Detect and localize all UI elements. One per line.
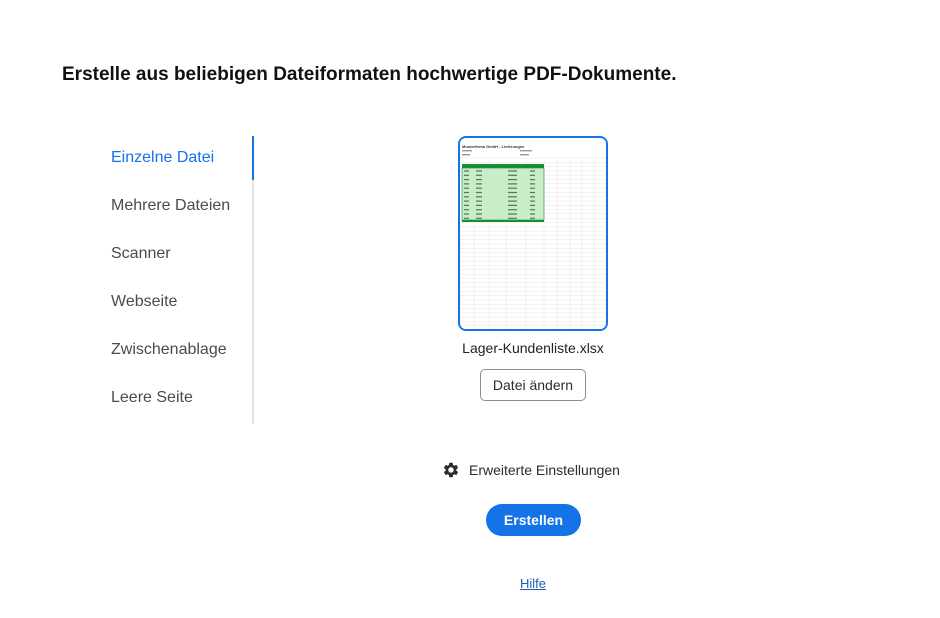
nav-item-single-file[interactable]: Einzelne Datei — [96, 136, 254, 184]
nav-item-label: Webseite — [111, 293, 178, 310]
page-title: Erstelle aus beliebigen Dateiformaten ho… — [62, 64, 677, 85]
file-preview-thumbnail[interactable]: Musterfirma GmbH - Lieferungen — [458, 136, 608, 331]
nav-item-blank-page[interactable]: Leere Seite — [96, 376, 252, 424]
advanced-settings-link[interactable]: Erweiterte Einstellungen — [442, 460, 620, 480]
spreadsheet-preview: Musterfirma GmbH - Lieferungen — [460, 138, 606, 329]
create-button[interactable]: Erstellen — [486, 504, 581, 536]
file-name: Lager-Kundenliste.xlsx — [462, 340, 604, 356]
nav-item-label: Leere Seite — [111, 389, 193, 406]
nav-item-label: Mehrere Dateien — [111, 197, 231, 214]
change-file-button[interactable]: Datei ändern — [480, 369, 586, 401]
nav-item-multiple-files[interactable]: Mehrere Dateien — [96, 184, 252, 232]
source-type-nav: Einzelne Datei Mehrere Dateien Scanner W… — [96, 136, 254, 424]
nav-item-label: Scanner — [111, 245, 171, 262]
advanced-settings-label: Erweiterte Einstellungen — [469, 462, 620, 478]
preview-title: Musterfirma GmbH - Lieferungen — [462, 144, 525, 149]
nav-item-label: Einzelne Datei — [111, 149, 215, 166]
gear-icon — [443, 462, 459, 478]
nav-item-webpage[interactable]: Webseite — [96, 280, 252, 328]
help-link[interactable]: Hilfe — [500, 576, 566, 591]
nav-item-clipboard[interactable]: Zwischenablage — [96, 328, 252, 376]
nav-item-label: Zwischenablage — [111, 341, 227, 358]
nav-item-scanner[interactable]: Scanner — [96, 232, 252, 280]
